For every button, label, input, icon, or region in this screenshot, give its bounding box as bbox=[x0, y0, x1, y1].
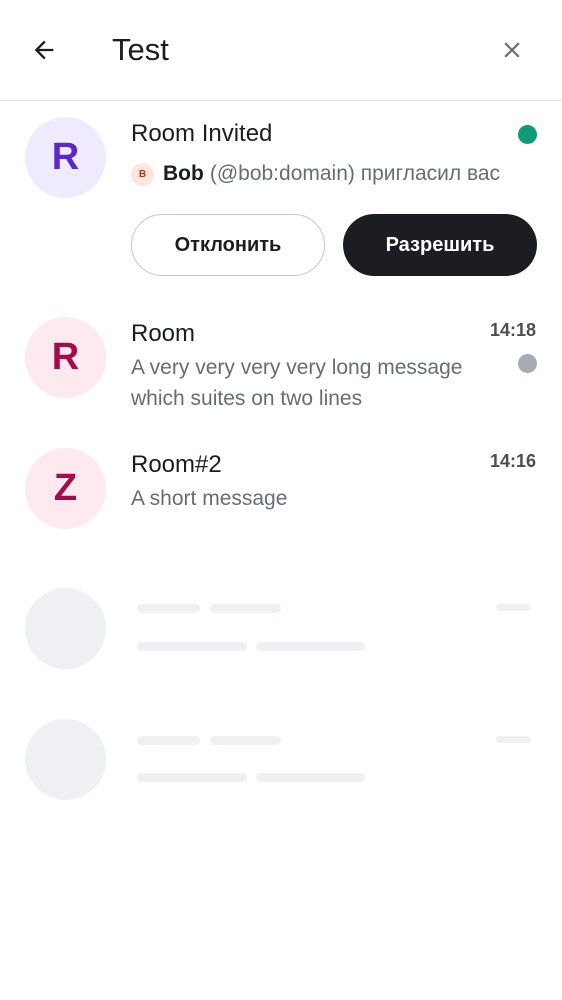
room-last-message: A short message bbox=[131, 487, 288, 510]
inviter-detail: (@bob:domain) пригласил вас bbox=[209, 162, 501, 185]
placeholder-line bbox=[210, 736, 281, 745]
placeholder-line bbox=[137, 736, 200, 745]
placeholder-line bbox=[137, 773, 247, 782]
page-title: Test bbox=[112, 32, 169, 67]
room-avatar: R bbox=[25, 117, 106, 198]
inviter-name: Bob bbox=[163, 162, 204, 185]
placeholder-line bbox=[137, 642, 247, 651]
back-button[interactable] bbox=[24, 30, 64, 70]
room-timestamp: 14:18 bbox=[489, 320, 536, 340]
inviter-line: B Bob (@bob:domain) пригласил вас bbox=[131, 159, 500, 189]
inviter-avatar: B bbox=[131, 162, 154, 186]
unread-indicator bbox=[518, 354, 537, 373]
room-name: Room bbox=[131, 320, 196, 347]
decline-button[interactable]: Отклонить bbox=[131, 214, 325, 276]
room-name: Room Invited bbox=[131, 120, 273, 147]
placeholder-line bbox=[256, 642, 365, 651]
room-name: Room#2 bbox=[131, 451, 222, 478]
placeholder-line bbox=[210, 604, 281, 613]
placeholder-avatar bbox=[25, 588, 106, 669]
close-button[interactable] bbox=[492, 30, 532, 70]
placeholder-line bbox=[496, 604, 531, 611]
room-avatar: Z bbox=[25, 448, 106, 529]
placeholder-line bbox=[256, 773, 365, 782]
placeholder-line bbox=[137, 604, 200, 613]
placeholder-line bbox=[496, 736, 531, 743]
close-icon bbox=[504, 42, 520, 58]
invite-indicator bbox=[518, 125, 537, 144]
accept-button[interactable]: Разрешить bbox=[343, 214, 537, 276]
placeholder-avatar bbox=[25, 719, 106, 800]
arrow-left-icon bbox=[34, 40, 54, 60]
room-avatar: R bbox=[25, 317, 106, 398]
room-last-message: A very very very very long message which… bbox=[131, 356, 463, 410]
room-timestamp: 14:16 bbox=[489, 451, 536, 471]
top-app-bar: Test bbox=[0, 0, 562, 101]
